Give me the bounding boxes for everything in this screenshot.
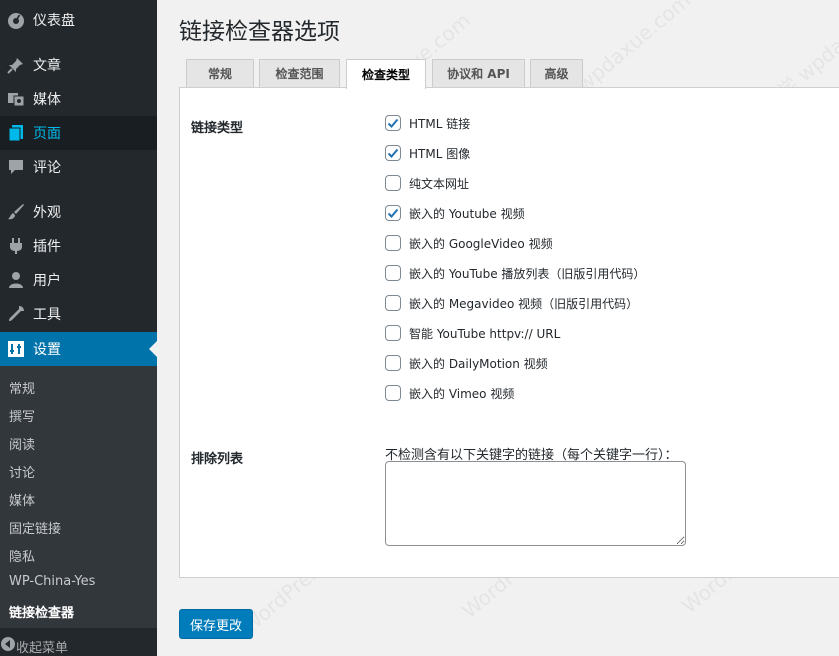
dashboard-icon [6, 10, 26, 30]
link-type-option[interactable]: HTML 图像 [385, 144, 470, 162]
sidebar-item-settings[interactable]: 设置 [0, 332, 157, 366]
plugin-icon [6, 236, 26, 256]
link-type-checkbox[interactable] [385, 205, 401, 221]
submenu-item-privacy[interactable]: 隐私 [9, 546, 35, 565]
sidebar-item-comments[interactable]: 评论 [0, 150, 157, 184]
sidebar-item-label: 插件 [33, 239, 61, 255]
settings-submenu: 常规 撰写 阅读 讨论 媒体 固定链接 隐私 WP-China-Yes 链接检查… [0, 366, 157, 628]
link-type-option-label: HTML 链接 [409, 116, 471, 131]
user-icon [6, 270, 26, 290]
sidebar-item-label: 评论 [33, 160, 61, 176]
tab-check-type[interactable]: 检查类型 [346, 59, 426, 89]
sidebar-item-label: 文章 [33, 58, 61, 74]
sidebar-item-appearance[interactable]: 外观 [0, 195, 157, 229]
sidebar-item-pages[interactable]: 页面 [0, 116, 157, 150]
sidebar-item-media[interactable]: 媒体 [0, 82, 157, 116]
link-type-option-label: 嵌入的 Vimeo 视频 [409, 386, 515, 401]
link-type-checkbox[interactable] [385, 355, 401, 371]
sidebar-item-users[interactable]: 用户 [0, 263, 157, 297]
link-type-checkbox[interactable] [385, 175, 401, 191]
tab-scope[interactable]: 检查范围 [259, 59, 340, 87]
submenu-item-wp-china-yes[interactable]: WP-China-Yes [9, 574, 95, 589]
media-icon [6, 89, 26, 109]
submenu-item-writing[interactable]: 撰写 [9, 406, 35, 425]
tab-general[interactable]: 常规 [186, 59, 254, 87]
link-type-option[interactable]: 嵌入的 Megavideo 视频（旧版引用代码） [385, 294, 638, 312]
link-type-option[interactable]: 嵌入的 Vimeo 视频 [385, 384, 514, 402]
sidebar-item-tools[interactable]: 工具 [0, 297, 157, 331]
sidebar-item-label: 设置 [33, 342, 61, 358]
submenu-item-discussion[interactable]: 讨论 [9, 462, 35, 481]
sidebar-item-label: 外观 [33, 205, 61, 221]
submenu-item-media[interactable]: 媒体 [9, 490, 35, 509]
sidebar-item-label: 用户 [33, 273, 61, 289]
submenu-item-reading[interactable]: 阅读 [9, 434, 35, 453]
link-type-checkbox[interactable] [385, 145, 401, 161]
link-type-option[interactable]: 嵌入的 DailyMotion 视频 [385, 354, 548, 372]
link-type-option[interactable]: 智能 YouTube httpv:// URL [385, 324, 560, 342]
link-type-checkbox[interactable] [385, 235, 401, 251]
sidebar-item-dashboard[interactable]: 仪表盘 [0, 3, 157, 37]
collapse-menu-button[interactable]: 收起菜单 [0, 636, 157, 656]
sidebar-item-label: 页面 [33, 126, 61, 142]
pin-icon [6, 55, 26, 75]
exclude-list-label: 排除列表 [191, 452, 244, 467]
link-type-option[interactable]: 嵌入的 YouTube 播放列表（旧版引用代码） [385, 264, 645, 282]
link-type-option[interactable]: HTML 链接 [385, 114, 470, 132]
comment-icon [6, 157, 26, 177]
sidebar-item-label: 媒体 [33, 92, 61, 108]
link-type-option-label: 智能 YouTube httpv:// URL [409, 326, 561, 341]
link-type-checkbox[interactable] [385, 265, 401, 281]
link-types-label: 链接类型 [191, 121, 244, 136]
link-type-option-label: 嵌入的 YouTube 播放列表（旧版引用代码） [409, 266, 646, 281]
link-type-checkbox[interactable] [385, 385, 401, 401]
collapse-arrow-icon [0, 636, 16, 656]
link-type-option-label: 纯文本网址 [409, 176, 470, 191]
link-type-checkbox[interactable] [385, 325, 401, 341]
brush-icon [6, 202, 26, 222]
wrench-icon [6, 304, 26, 324]
settings-panel: 链接类型 HTML 链接 HTML 图像 纯文本网址 嵌入的 Youtube 视频 嵌入… [179, 87, 839, 578]
active-indicator [149, 341, 157, 357]
link-type-option[interactable]: 嵌入的 GoogleVideo 视频 [385, 234, 553, 252]
tab-advanced[interactable]: 高级 [530, 59, 583, 87]
link-type-option-label: 嵌入的 Megavideo 视频（旧版引用代码） [409, 296, 639, 311]
submenu-item-permalinks[interactable]: 固定链接 [9, 518, 61, 537]
link-type-checkbox[interactable] [385, 115, 401, 131]
link-type-option-label: 嵌入的 DailyMotion 视频 [409, 356, 548, 371]
collapse-menu-label: 收起菜单 [16, 640, 69, 656]
sidebar-item-label: 仪表盘 [33, 13, 75, 29]
exclude-list-textarea[interactable] [385, 461, 686, 546]
sidebar-item-plugins[interactable]: 插件 [0, 229, 157, 263]
sidebar-item-posts[interactable]: 文章 [0, 48, 157, 82]
link-type-option[interactable]: 嵌入的 Youtube 视频 [385, 204, 525, 222]
sidebar-item-label: 工具 [33, 307, 61, 323]
settings-icon [6, 339, 26, 359]
save-changes-button[interactable]: 保存更改 [179, 609, 253, 639]
link-type-option[interactable]: 纯文本网址 [385, 174, 469, 192]
submenu-item-link-checker[interactable]: 链接检查器 [9, 602, 74, 621]
tab-protocols-api[interactable]: 协议和 API [432, 59, 525, 87]
page-title: 链接检查器选项 [179, 19, 340, 45]
page-icon [6, 123, 26, 143]
link-type-option-label: 嵌入的 GoogleVideo 视频 [409, 236, 553, 251]
link-type-option-label: 嵌入的 Youtube 视频 [409, 206, 525, 221]
link-type-checkbox[interactable] [385, 295, 401, 311]
submenu-item-general[interactable]: 常规 [9, 378, 35, 397]
admin-sidebar: 仪表盘 文章 媒体 页面 评论 外观 插件 用户 工具 设置 常规 撰写 阅读 … [0, 0, 157, 656]
link-type-option-label: HTML 图像 [409, 146, 471, 161]
